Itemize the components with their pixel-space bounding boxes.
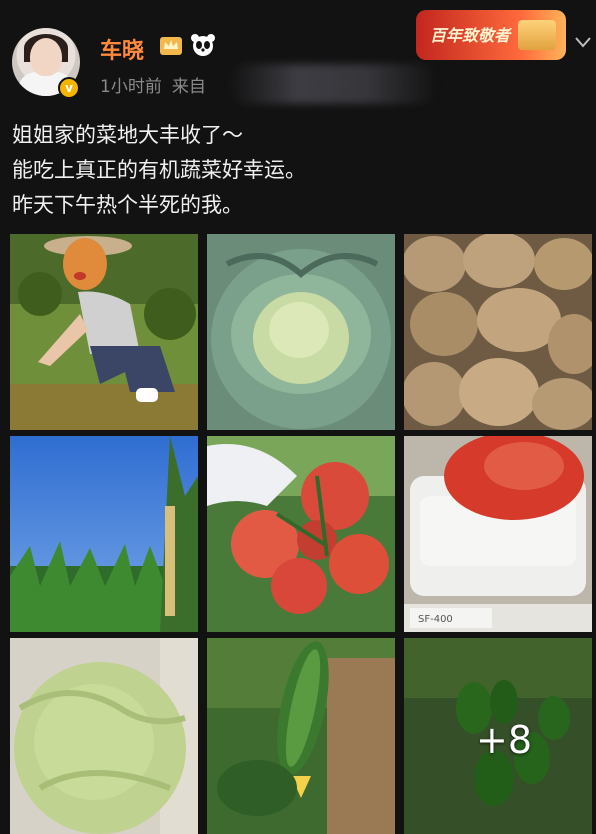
post-text-line: 昨天下午热个半死的我。: [12, 193, 243, 217]
photo-tomato-on-scale[interactable]: SF-400: [404, 436, 592, 632]
photo-potatoes[interactable]: [404, 234, 592, 430]
photo-corn-field[interactable]: [10, 436, 198, 632]
promo-banner[interactable]: 百年致敬者: [416, 10, 566, 60]
post-text: 姐姐家的菜地大丰收了～ 能吃上真正的有机蔬菜好幸运。 昨天下午热个半死的我。: [12, 118, 582, 223]
chevron-down-icon[interactable]: [574, 36, 592, 48]
blurred-source: [228, 64, 438, 104]
post-text-line: 姐姐家的菜地大丰收了～: [12, 123, 243, 147]
post-header: v 车晓 1小时前 来自 百年致敬者: [0, 0, 596, 110]
photo-woman-in-garden[interactable]: [10, 234, 198, 430]
post-meta: 1小时前 来自: [100, 72, 206, 97]
photo-cucumber[interactable]: [207, 638, 395, 834]
panda-icon: [191, 34, 215, 56]
post-source-prefix: 来自: [171, 77, 206, 97]
verified-badge-icon: v: [58, 77, 80, 99]
scale-label: SF-400: [418, 614, 453, 625]
post-time: 1小时前: [100, 77, 162, 97]
promo-label: 百年致敬者: [430, 26, 511, 45]
more-photos-count[interactable]: +8: [476, 718, 532, 762]
photo-cabbage[interactable]: [207, 234, 395, 430]
photo-cabbage-closeup[interactable]: [10, 638, 198, 834]
post-text-line: 能吃上真正的有机蔬菜好幸运。: [12, 158, 306, 182]
photo-peppers[interactable]: +8: [404, 638, 592, 834]
photo-tomatoes-on-vine[interactable]: [207, 436, 395, 632]
building-icon: [518, 20, 556, 50]
crown-icon: [160, 37, 182, 55]
photo-grid: SF-400 +8: [10, 234, 594, 834]
username[interactable]: 车晓: [100, 33, 144, 65]
